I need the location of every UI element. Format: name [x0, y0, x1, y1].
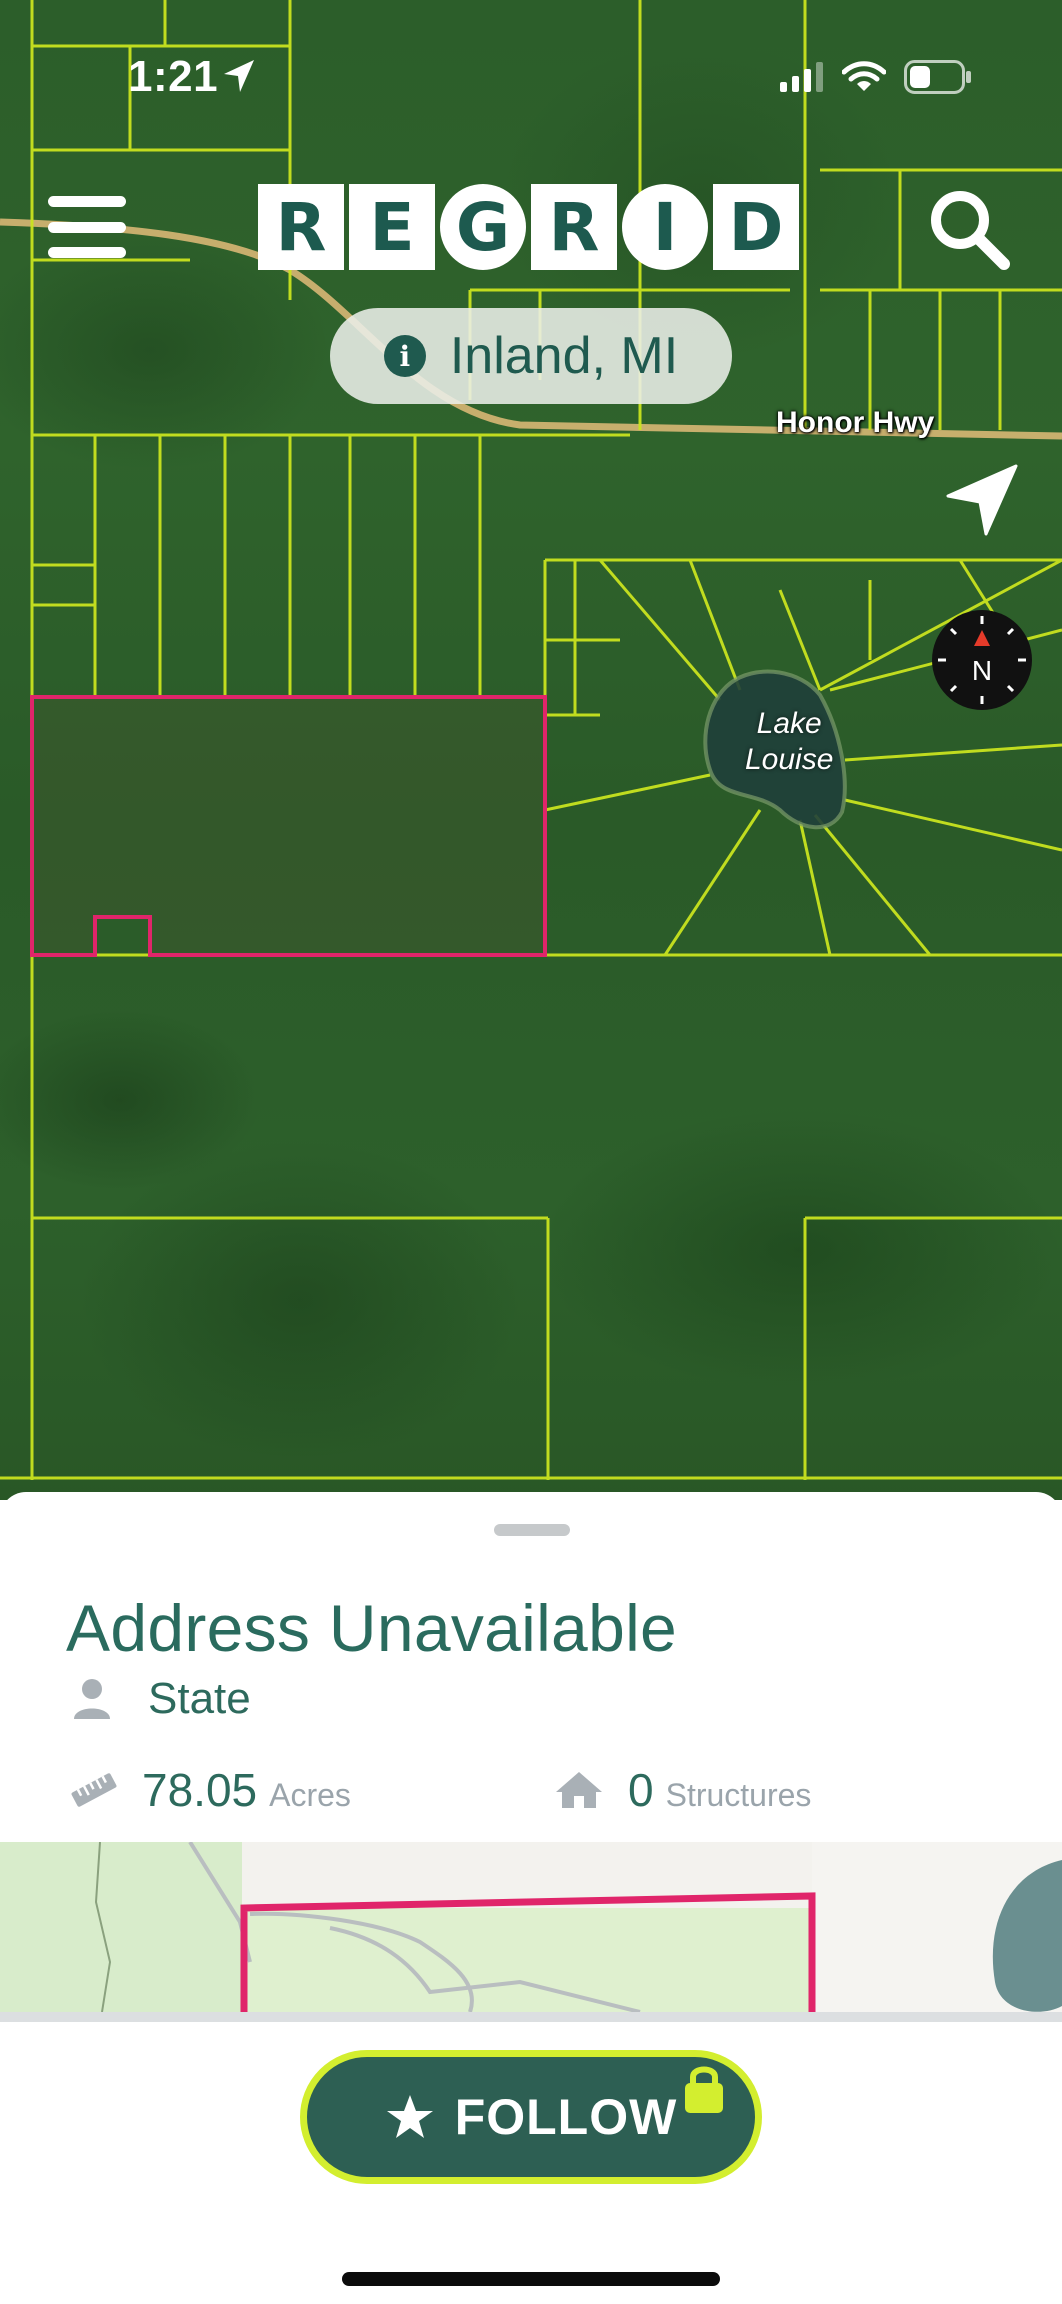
- acres-stat: 78.05 Acres: [70, 1760, 351, 1820]
- status-bar: 1:21: [0, 0, 1062, 150]
- acres-value: 78.05: [142, 1764, 258, 1816]
- star-icon: [386, 2095, 433, 2138]
- lake-label-line: Louise: [745, 743, 834, 776]
- structures-unit: Structures: [665, 1776, 812, 1813]
- map-view[interactable]: 1:21 R E G R I D i Inland, MI Honor Hwy …: [0, 0, 1062, 1500]
- location-pill[interactable]: i Inland, MI: [330, 308, 732, 404]
- person-icon: [74, 1679, 110, 1719]
- parcel-sheet[interactable]: Address Unavailable State 78.05 Acres 0 …: [0, 1492, 1062, 2304]
- parcel-address: Address Unavailable: [66, 1591, 678, 1665]
- logo-letter: R: [258, 184, 344, 270]
- owner-name: State: [148, 1674, 251, 1723]
- road-label: Honor Hwy: [776, 406, 935, 439]
- status-time: 1:21: [128, 52, 219, 101]
- compass-button[interactable]: N: [930, 608, 1034, 712]
- logo-letter: R: [531, 184, 617, 270]
- regrid-logo: R E G R I D: [258, 184, 799, 270]
- location-arrow-icon: [224, 60, 254, 92]
- lake-label-line: Lake: [756, 707, 822, 740]
- mini-map-graphic: [0, 1842, 1062, 2012]
- sheet-grabber[interactable]: [494, 1524, 570, 1536]
- logo-letter: E: [349, 184, 435, 270]
- compass-label: N: [972, 655, 992, 686]
- home-indicator[interactable]: [342, 2272, 720, 2286]
- sheet-divider: [0, 2012, 1062, 2022]
- parcel-mini-map[interactable]: [0, 1842, 1062, 2012]
- logo-letter: D: [713, 184, 799, 270]
- hamburger-menu-icon[interactable]: [48, 196, 126, 258]
- logo-letter: I: [622, 184, 708, 270]
- ruler-icon: [71, 1773, 117, 1807]
- info-icon: i: [383, 335, 426, 377]
- structures-stat: 0 Structures: [554, 1760, 811, 1820]
- follow-button[interactable]: FOLLOW: [300, 2050, 762, 2184]
- wifi-icon: [842, 61, 886, 91]
- location-text: Inland, MI: [449, 327, 679, 385]
- logo-letter: G: [440, 184, 526, 270]
- compass-icon: N: [932, 610, 1032, 710]
- lake-label: Lake Louise: [745, 706, 833, 778]
- search-icon[interactable]: [926, 186, 1012, 272]
- acres-unit: Acres: [269, 1776, 351, 1813]
- follow-label: FOLLOW: [454, 2089, 678, 2145]
- house-icon: [556, 1772, 602, 1808]
- owner-row: State: [70, 1672, 251, 1726]
- lock-icon: [685, 2066, 723, 2113]
- structures-value: 0: [628, 1764, 654, 1816]
- battery-icon: [904, 60, 971, 94]
- navigation-arrow-icon[interactable]: [944, 462, 1020, 538]
- cellular-signal-icon: [780, 62, 823, 92]
